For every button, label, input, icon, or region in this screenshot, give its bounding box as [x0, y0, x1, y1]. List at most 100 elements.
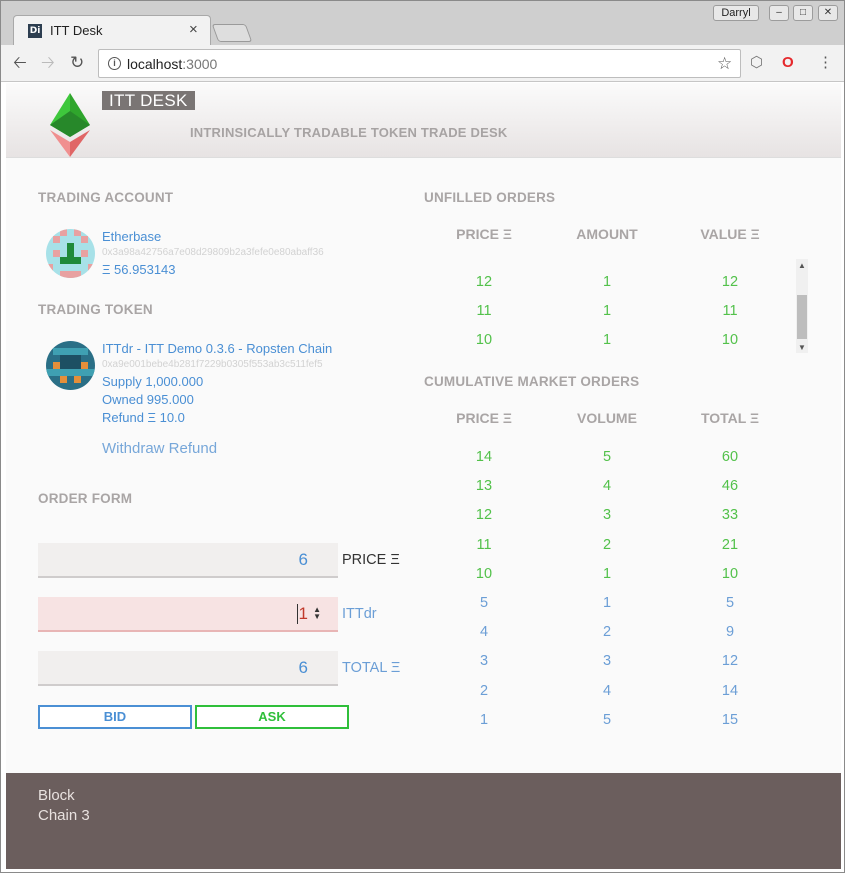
- ask-button[interactable]: ASK: [195, 705, 349, 729]
- cumulative-cell: 2: [602, 624, 612, 641]
- cumulative-cell: 3: [479, 653, 489, 670]
- unfilled-orders-title: UNFILLED ORDERS: [424, 190, 556, 205]
- cumulative-cell: 2: [602, 536, 612, 553]
- cumulative-header-volume: VOLUME: [577, 410, 637, 426]
- brand-subtitle: INTRINSICALLY TRADABLE TOKEN TRADE DESK: [190, 125, 508, 140]
- token-refund: Refund Ξ 10.0: [102, 410, 185, 425]
- opera-extension-icon[interactable]: Ο: [782, 55, 794, 71]
- close-window-icon[interactable]: ✕: [818, 5, 838, 21]
- price-input[interactable]: 6: [38, 543, 338, 578]
- bid-button[interactable]: BID: [38, 705, 192, 729]
- cumulative-cell: 3: [602, 507, 612, 524]
- browser-toolbar: 🡠 🡢 ↻ i localhost:3000 ☆ ⬡ Ο ⋮: [1, 45, 844, 82]
- cumulative-cell: 1: [479, 711, 489, 728]
- cumulative-cell: 13: [475, 478, 493, 495]
- url-text[interactable]: localhost:3000: [127, 56, 217, 72]
- cumulative-cell: 4: [602, 478, 612, 495]
- cumulative-cell: 3: [602, 653, 612, 670]
- cumulative-cell: 5: [602, 711, 612, 728]
- cumulative-cell: 33: [721, 507, 739, 524]
- scroll-down-icon[interactable]: ▼: [798, 343, 806, 352]
- cumulative-cell: 10: [721, 565, 739, 582]
- maximize-icon[interactable]: □: [793, 5, 813, 21]
- unfilled-cell: 1: [602, 274, 612, 290]
- account-balance: Ξ 56.953143: [102, 262, 176, 277]
- amount-value[interactable]: 1: [296, 604, 308, 624]
- cumulative-cell: 15: [721, 711, 739, 728]
- token-address: 0xa9e001bebe4b281f7229b0305f553ab3c511fe…: [102, 359, 323, 370]
- forward-icon[interactable]: 🡢: [41, 53, 55, 73]
- cumulative-cell: 10: [475, 565, 493, 582]
- amount-label: ITTdr: [342, 606, 377, 622]
- new-tab-button[interactable]: [211, 24, 253, 42]
- minimize-icon[interactable]: –: [769, 5, 789, 21]
- page-header: ITT DESK INTRINSICALLY TRADABLE TOKEN TR…: [6, 83, 841, 158]
- cumulative-orders-title: CUMULATIVE MARKET ORDERS: [424, 374, 640, 389]
- ethereum-logo-icon: [50, 93, 90, 157]
- cumulative-cell: 12: [721, 653, 739, 670]
- unfilled-cell: 12: [475, 274, 493, 290]
- total-input[interactable]: 6: [38, 651, 338, 686]
- token-name-link[interactable]: ITTdr - ITT Demo 0.3.6 - Ropsten Chain: [102, 341, 332, 356]
- amount-stepper-icon[interactable]: ▲ ▼: [313, 606, 321, 621]
- brand-title: ITT DESK: [102, 91, 195, 110]
- cumulative-cell: 60: [721, 449, 739, 465]
- unfilled-cell: 11: [476, 303, 492, 319]
- cumulative-cell: 4: [602, 682, 612, 699]
- cumulative-header-total: TOTAL Ξ: [700, 410, 759, 426]
- token-supply: Supply 1,000.000: [102, 374, 204, 389]
- close-tab-icon[interactable]: ×: [189, 21, 198, 38]
- cumulative-cell: 14: [475, 449, 493, 465]
- browser-window: Di ITT Desk × Darryl – □ ✕ 🡠 🡢 ↻ i local…: [0, 0, 845, 873]
- trading-token-title: TRADING TOKEN: [38, 302, 153, 317]
- info-icon[interactable]: i: [108, 57, 121, 70]
- price-value[interactable]: 6: [299, 550, 308, 570]
- withdraw-refund-link[interactable]: Withdraw Refund: [102, 440, 217, 457]
- cumulative-cell: 9: [725, 624, 735, 641]
- footer-block-label: Block: [38, 787, 75, 804]
- cumulative-cell: 5: [602, 449, 612, 465]
- cumulative-cell: 5: [725, 595, 735, 611]
- total-label: TOTAL Ξ: [342, 660, 401, 676]
- cumulative-cell: 12: [475, 507, 493, 524]
- account-address: 0x3a98a42756a7e08d29809b2a3fefe0e80abaff…: [102, 247, 324, 258]
- unfilled-cell: 11: [722, 303, 738, 319]
- cumulative-cell: 14: [721, 682, 739, 699]
- price-label: PRICE Ξ: [342, 552, 400, 568]
- cumulative-cell: 5: [479, 595, 489, 611]
- tab-bar: Di ITT Desk × Darryl – □ ✕: [1, 1, 844, 46]
- unfilled-scrollbar[interactable]: ▲ ▼: [796, 259, 808, 353]
- unfilled-cell: 12: [721, 274, 739, 290]
- account-name-link[interactable]: Etherbase: [102, 229, 161, 244]
- tab-title: ITT Desk: [50, 23, 103, 38]
- total-value[interactable]: 6: [299, 658, 308, 678]
- cumulative-cell: 11: [476, 536, 492, 553]
- reload-icon[interactable]: ↻: [70, 53, 84, 73]
- scroll-thumb[interactable]: [797, 295, 807, 339]
- order-form-title: ORDER FORM: [38, 491, 133, 506]
- unfilled-cell: 1: [602, 303, 612, 319]
- bookmark-star-icon[interactable]: ☆: [717, 54, 732, 74]
- trading-account-title: TRADING ACCOUNT: [38, 190, 174, 205]
- unfilled-cell: 10: [721, 332, 739, 348]
- page: ITT DESK INTRINSICALLY TRADABLE TOKEN TR…: [6, 83, 841, 869]
- footer-chain-label: Chain 3: [38, 807, 90, 824]
- unfilled-cell: 1: [602, 332, 612, 348]
- back-icon[interactable]: 🡠: [13, 53, 27, 73]
- address-bar[interactable]: i localhost:3000 ☆: [98, 49, 741, 78]
- cumulative-cell: 21: [721, 536, 739, 553]
- cumulative-cell: 2: [479, 682, 489, 699]
- profile-button[interactable]: Darryl: [713, 5, 759, 21]
- token-owned: Owned 995.000: [102, 392, 194, 407]
- unfilled-cell: 10: [475, 332, 493, 348]
- amount-input[interactable]: 1 ▲ ▼: [38, 597, 338, 632]
- cumulative-cell: 1: [602, 565, 612, 582]
- extension-icon[interactable]: ⬡: [750, 55, 763, 71]
- menu-icon[interactable]: ⋮: [818, 55, 833, 71]
- account-avatar: [46, 229, 95, 278]
- tab-itt-desk[interactable]: Di ITT Desk ×: [13, 15, 211, 46]
- cumulative-cell: 4: [479, 624, 489, 641]
- scroll-up-icon[interactable]: ▲: [798, 261, 806, 270]
- unfilled-header-amount: AMOUNT: [576, 226, 638, 242]
- unfilled-header-price: PRICE Ξ: [456, 226, 512, 242]
